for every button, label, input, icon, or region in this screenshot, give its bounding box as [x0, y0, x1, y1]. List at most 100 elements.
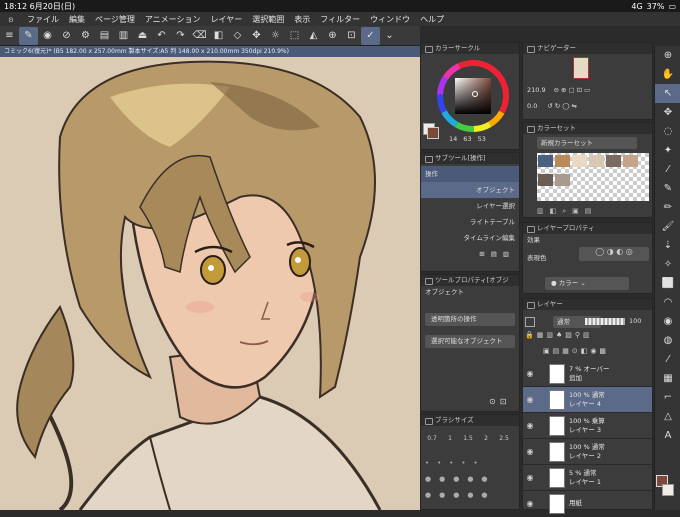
layer-color-box[interactable]	[525, 317, 535, 327]
color-set-header[interactable]: カラーセット	[523, 123, 652, 134]
layer-row[interactable]: ◉ 100 % 通常 レイヤー 4	[523, 387, 652, 413]
expression-color-dropdown[interactable]: ● カラー ⌄	[545, 277, 629, 290]
menu-window[interactable]: ウィンドウ	[365, 14, 415, 25]
checkmark-icon[interactable]: ⊡	[342, 27, 361, 45]
transform-icon[interactable]: ◇	[228, 27, 247, 45]
color-set-buttons[interactable]: ▥◧⌕▣▤	[537, 207, 597, 216]
menu-layer[interactable]: レイヤー	[206, 14, 248, 25]
visibility-eye-icon[interactable]: ◉	[523, 369, 537, 378]
brush-size-row[interactable]: 0.7 1 1.5 2 2.5	[423, 435, 519, 442]
navigator-preview[interactable]	[573, 57, 589, 79]
speech-balloon-icon[interactable]: A	[655, 426, 680, 445]
brush-size-3[interactable]: 2	[477, 435, 495, 442]
color-swatch[interactable]	[555, 155, 570, 167]
eraser-icon[interactable]: ⬜	[655, 274, 680, 293]
visibility-eye-icon[interactable]: ◉	[523, 499, 537, 508]
sub-tool-header[interactable]: サブツール[操作]	[421, 153, 519, 164]
color-circle-header[interactable]: カラーサークル	[421, 43, 519, 54]
sub-tool-group[interactable]: 操作	[421, 166, 519, 182]
menu-edit[interactable]: 編集	[64, 14, 90, 25]
lasso-icon[interactable]: ⊘	[57, 27, 76, 45]
redo-icon[interactable]: ↷	[171, 27, 190, 45]
color-swatch[interactable]	[623, 155, 638, 167]
visibility-eye-icon[interactable]: ◉	[523, 421, 537, 430]
color-swatch-grid[interactable]	[537, 153, 649, 201]
brush-icon[interactable]: 🖌	[655, 217, 680, 236]
gradient-icon[interactable]: ◍	[655, 331, 680, 350]
airbrush-icon[interactable]: ⇣	[655, 236, 680, 255]
pen-icon[interactable]: ✎	[655, 179, 680, 198]
color-swatch[interactable]	[589, 155, 604, 167]
visibility-eye-icon[interactable]: ◉	[523, 473, 537, 482]
menu-view[interactable]: 表示	[289, 14, 315, 25]
move-icon[interactable]: ✥	[247, 27, 266, 45]
sub-tool-light-table[interactable]: ライトテーブル	[421, 214, 519, 230]
menu-animation[interactable]: アニメーション	[140, 14, 206, 25]
color-swatch[interactable]	[538, 174, 553, 186]
ruler-icon[interactable]: ⌐	[655, 388, 680, 407]
pen-tool-icon[interactable]: ✎	[19, 26, 38, 45]
fill-icon[interactable]: ◧	[209, 27, 228, 45]
zoom-icon[interactable]: ⊕	[655, 46, 680, 65]
brush-size-0[interactable]: 0.7	[423, 435, 441, 442]
brush-size-1[interactable]: 1	[441, 435, 459, 442]
brush-size-2[interactable]: 1.5	[459, 435, 477, 442]
auto-select-icon[interactable]: ✦	[655, 141, 680, 160]
document-tab[interactable]: コミック6(復元)* (B5 182.00 x 257.00mm 製本サイズ:A…	[0, 46, 420, 57]
brush-size-header[interactable]: ブラシサイズ	[421, 415, 519, 426]
layer-row[interactable]: ◉ 5 % 通常 レイヤー 1	[523, 465, 652, 491]
layer-row[interactable]: ◉ 7 % オーバー 追加	[523, 361, 652, 387]
menu-help[interactable]: ヘルプ	[415, 14, 449, 25]
color-wheel[interactable]	[421, 54, 519, 136]
ruler-icon[interactable]: ⬚	[285, 27, 304, 45]
tool-property-header[interactable]: ツールプロパティ[オブジ	[421, 275, 519, 286]
hand-icon[interactable]: ✋	[655, 65, 680, 84]
app-logo-icon[interactable]: ʚ	[0, 15, 22, 24]
visibility-eye-icon[interactable]: ◉	[523, 447, 537, 456]
lasso-select-icon[interactable]: ◌	[655, 122, 680, 141]
gear-icon[interactable]: ⚙	[76, 27, 95, 45]
opacity-slider[interactable]	[585, 318, 625, 325]
eye-icon[interactable]: ◉	[38, 27, 57, 45]
selectable-object-dropdown[interactable]: 選択可能なオブジェクト	[425, 335, 515, 348]
move-layer-icon[interactable]: ✥	[655, 103, 680, 122]
layer-row[interactable]: ◉ 100 % 通常 レイヤー 2	[523, 439, 652, 465]
zoom-icon[interactable]: ⊕	[323, 27, 342, 45]
layer-row[interactable]: ◉ 100 % 乗算 レイヤー 3	[523, 413, 652, 439]
navigator-header[interactable]: ナビゲーター	[523, 43, 652, 54]
tool-property-buttons[interactable]: ⊙⊡	[489, 397, 510, 406]
brush-size-dots[interactable]: ••••• ●●●●● ●●●●●	[425, 455, 517, 503]
main-color-swatch[interactable]	[427, 127, 439, 139]
snapshot-icon[interactable]: ⏏	[133, 27, 152, 45]
brush-size-4[interactable]: 2.5	[495, 435, 513, 442]
color-swatch[interactable]	[572, 155, 587, 167]
visibility-eye-icon[interactable]: ◉	[523, 395, 537, 404]
undo-icon[interactable]: ↶	[152, 27, 171, 45]
figure-icon[interactable]: ⁄	[655, 350, 680, 369]
drawing-check-icon[interactable]: ✓	[361, 26, 380, 45]
canvas-rotate-icon[interactable]: ◭	[304, 27, 323, 45]
color-set-dropdown[interactable]: 新規カラーセット	[537, 137, 637, 149]
document-icon[interactable]: ▤	[95, 27, 114, 45]
sub-tool-object[interactable]: オブジェクト	[421, 182, 519, 198]
sub-tool-buttons[interactable]: ⊞▤▥	[421, 246, 519, 262]
sub-color-indicator[interactable]	[662, 484, 674, 496]
blend-icon[interactable]: ◠	[655, 293, 680, 312]
transparent-area-dropdown[interactable]: 透明箇所の操作	[425, 313, 515, 326]
fill-icon[interactable]: ◉	[655, 312, 680, 331]
layer-toolbar-row2[interactable]: ▣▤▦⊙◧◉▩	[543, 347, 609, 355]
navigator-rotate-buttons[interactable]: ↺↻◯⇋	[547, 98, 579, 114]
menu-selection[interactable]: 選択範囲	[247, 14, 289, 25]
flip-icon[interactable]: ☼	[266, 27, 285, 45]
pencil-icon[interactable]: ✏	[655, 198, 680, 217]
eyedropper-icon[interactable]: ⁄	[655, 160, 680, 179]
menu-filter[interactable]: フィルター	[315, 14, 365, 25]
sub-tool-layer-select[interactable]: レイヤー選択	[421, 198, 519, 214]
decoration-icon[interactable]: ✧	[655, 255, 680, 274]
clear-icon[interactable]: ⌫	[190, 27, 209, 45]
layer-property-header[interactable]: レイヤープロパティ	[523, 223, 652, 234]
menu-page[interactable]: ページ管理	[90, 14, 140, 25]
chevron-down-icon[interactable]: ⌄	[380, 27, 399, 45]
menu-icon[interactable]: ≡	[0, 27, 19, 45]
operation-icon[interactable]: ↖	[655, 84, 680, 103]
